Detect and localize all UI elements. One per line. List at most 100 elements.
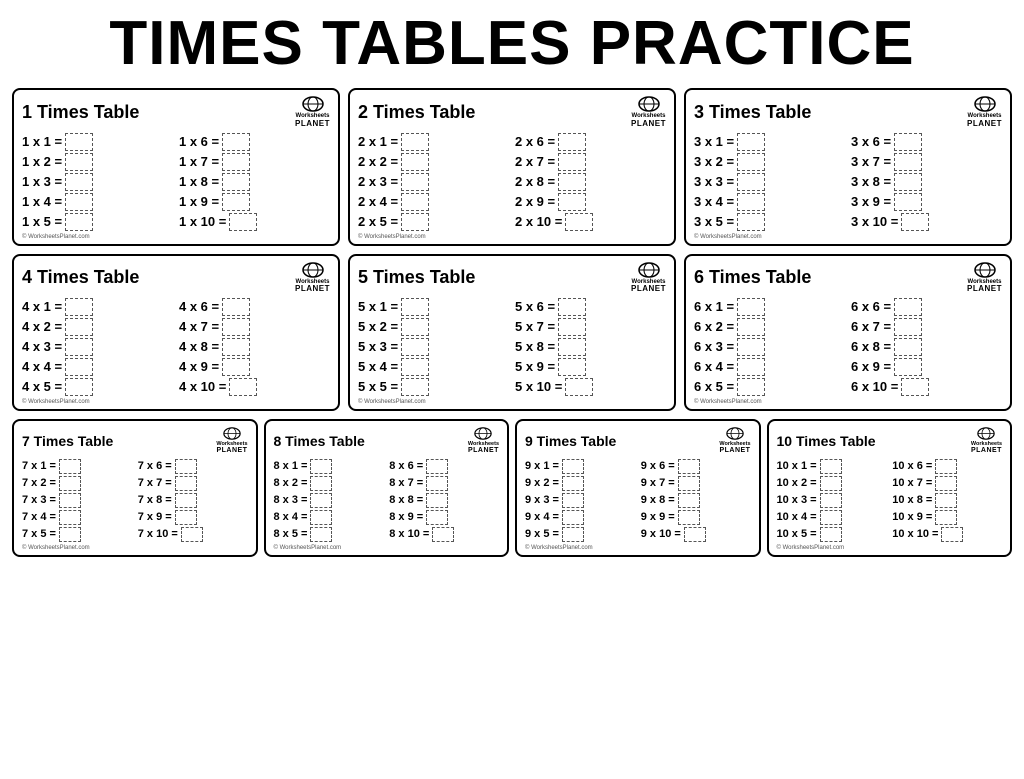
answer-box[interactable] [432,527,454,542]
answer-box[interactable] [935,459,957,474]
answer-box[interactable] [562,476,584,491]
answer-box[interactable] [894,193,922,211]
answer-box[interactable] [65,133,93,151]
answer-box[interactable] [401,173,429,191]
answer-box[interactable] [678,510,700,525]
answer-box[interactable] [894,298,922,316]
answer-box[interactable] [222,318,250,336]
answer-box[interactable] [426,493,448,508]
answer-box[interactable] [401,318,429,336]
answer-box[interactable] [894,133,922,151]
answer-box[interactable] [65,298,93,316]
answer-box[interactable] [222,358,250,376]
answer-box[interactable] [401,298,429,316]
answer-box[interactable] [222,338,250,356]
answer-box[interactable] [65,213,93,231]
answer-box[interactable] [59,459,81,474]
answer-box[interactable] [562,459,584,474]
answer-box[interactable] [558,173,586,191]
answer-box[interactable] [820,510,842,525]
answer-box[interactable] [181,527,203,542]
answer-box[interactable] [310,493,332,508]
answer-box[interactable] [737,298,765,316]
answer-box[interactable] [558,298,586,316]
answer-box[interactable] [558,358,586,376]
answer-box[interactable] [401,133,429,151]
answer-box[interactable] [941,527,963,542]
answer-box[interactable] [229,378,257,396]
answer-box[interactable] [65,338,93,356]
answer-box[interactable] [935,493,957,508]
answer-box[interactable] [901,213,929,231]
answer-box[interactable] [820,459,842,474]
answer-box[interactable] [401,153,429,171]
answer-box[interactable] [222,133,250,151]
answer-box[interactable] [737,193,765,211]
answer-box[interactable] [562,510,584,525]
answer-box[interactable] [678,459,700,474]
answer-box[interactable] [894,153,922,171]
answer-box[interactable] [59,476,81,491]
answer-box[interactable] [737,338,765,356]
answer-box[interactable] [65,378,93,396]
answer-box[interactable] [401,193,429,211]
answer-box[interactable] [678,493,700,508]
answer-box[interactable] [737,133,765,151]
answer-box[interactable] [65,318,93,336]
answer-box[interactable] [737,378,765,396]
answer-box[interactable] [401,378,429,396]
answer-box[interactable] [65,173,93,191]
answer-box[interactable] [401,213,429,231]
answer-box[interactable] [894,173,922,191]
answer-box[interactable] [310,527,332,542]
answer-box[interactable] [894,318,922,336]
answer-box[interactable] [175,493,197,508]
answer-box[interactable] [310,476,332,491]
answer-box[interactable] [820,476,842,491]
answer-box[interactable] [310,459,332,474]
answer-box[interactable] [175,459,197,474]
answer-box[interactable] [820,527,842,542]
answer-box[interactable] [565,378,593,396]
answer-box[interactable] [894,358,922,376]
answer-box[interactable] [401,338,429,356]
answer-box[interactable] [175,476,197,491]
answer-box[interactable] [222,153,250,171]
answer-box[interactable] [558,133,586,151]
answer-box[interactable] [558,338,586,356]
answer-box[interactable] [222,193,250,211]
answer-box[interactable] [59,527,81,542]
answer-box[interactable] [310,510,332,525]
answer-box[interactable] [426,459,448,474]
answer-box[interactable] [678,476,700,491]
answer-box[interactable] [59,510,81,525]
answer-box[interactable] [175,510,197,525]
answer-box[interactable] [222,173,250,191]
answer-box[interactable] [401,358,429,376]
answer-box[interactable] [935,510,957,525]
answer-box[interactable] [558,153,586,171]
answer-box[interactable] [222,298,250,316]
answer-box[interactable] [894,338,922,356]
answer-box[interactable] [565,213,593,231]
answer-box[interactable] [737,153,765,171]
answer-box[interactable] [562,527,584,542]
answer-box[interactable] [558,193,586,211]
answer-box[interactable] [737,318,765,336]
answer-box[interactable] [426,510,448,525]
answer-box[interactable] [684,527,706,542]
answer-box[interactable] [65,153,93,171]
answer-box[interactable] [562,493,584,508]
answer-box[interactable] [737,173,765,191]
answer-box[interactable] [935,476,957,491]
answer-box[interactable] [558,318,586,336]
answer-box[interactable] [229,213,257,231]
answer-box[interactable] [59,493,81,508]
answer-box[interactable] [820,493,842,508]
answer-box[interactable] [737,358,765,376]
answer-box[interactable] [65,193,93,211]
answer-box[interactable] [901,378,929,396]
answer-box[interactable] [65,358,93,376]
answer-box[interactable] [426,476,448,491]
answer-box[interactable] [737,213,765,231]
